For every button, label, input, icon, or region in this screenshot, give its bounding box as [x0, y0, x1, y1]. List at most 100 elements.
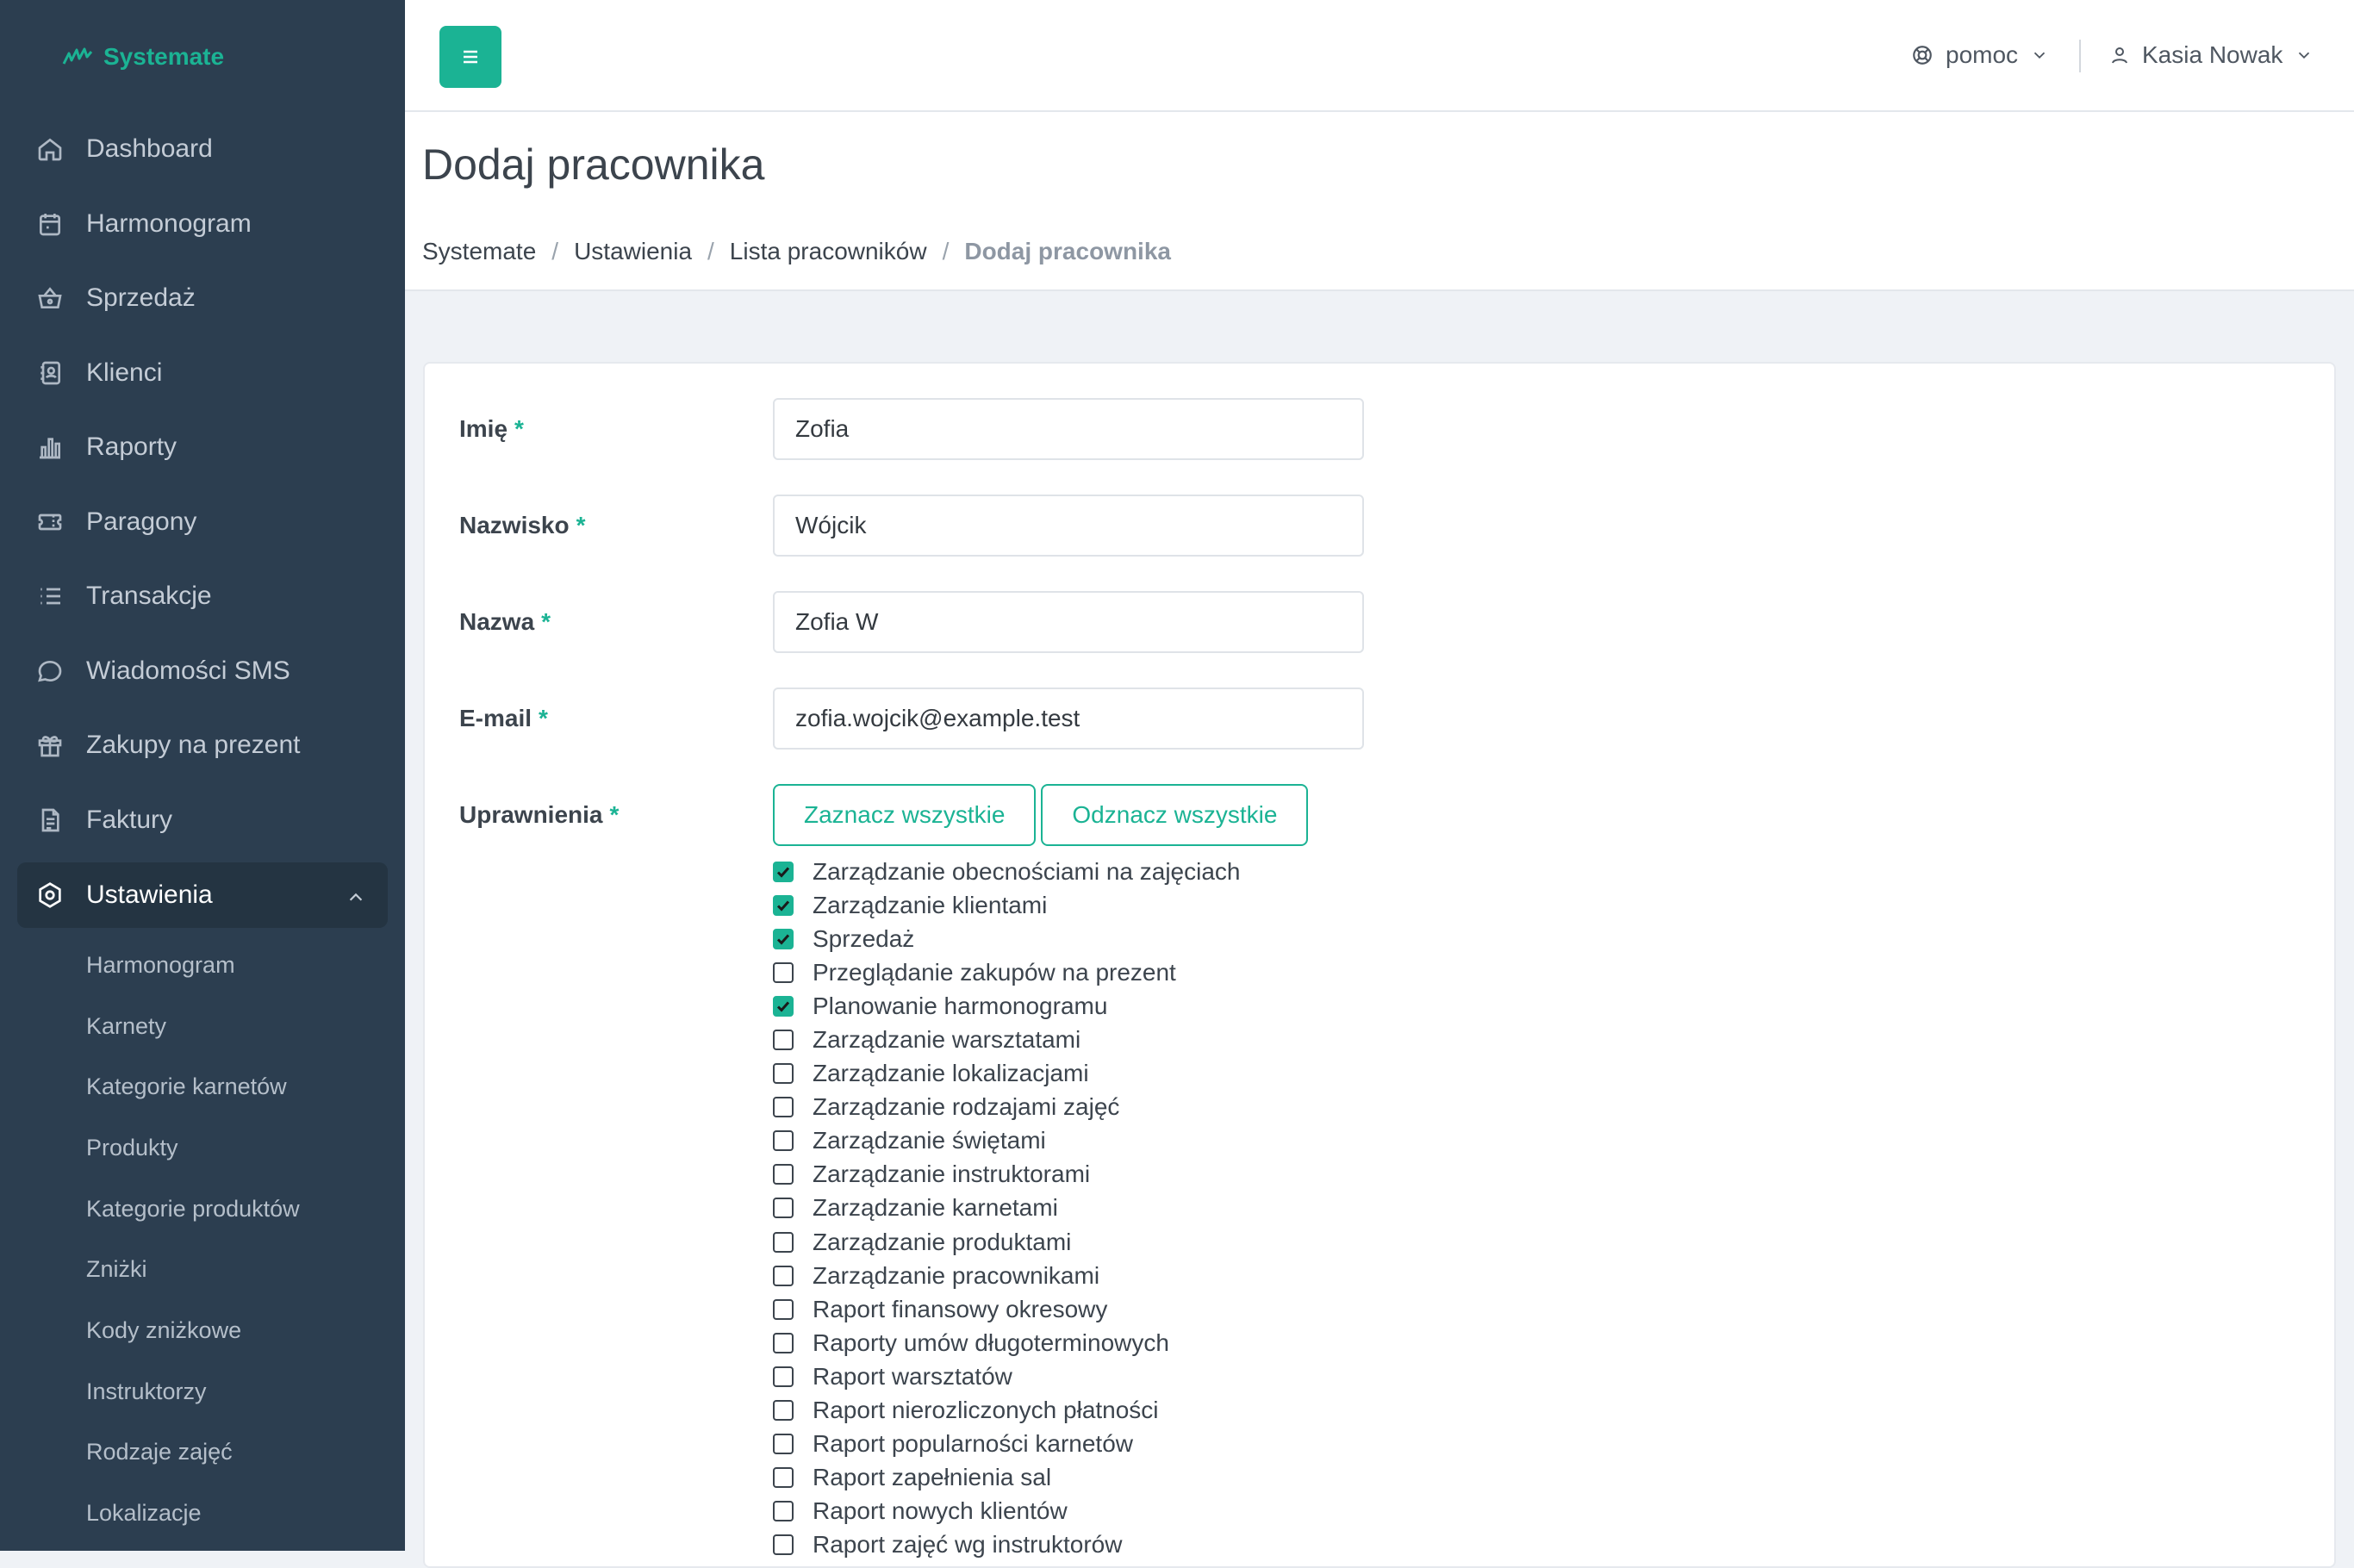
- subnav-item-rodzaje-zajec[interactable]: Rodzaje zajęć: [0, 1422, 405, 1484]
- permission-label: Przeglądanie zakupów na prezent: [813, 958, 1176, 986]
- permission-label: Raport popularności karnetów: [813, 1430, 1133, 1458]
- breadcrumb-item[interactable]: Ustawienia: [574, 238, 692, 265]
- help-dropdown[interactable]: pomoc: [1911, 38, 2049, 72]
- sidebar-item-raporty[interactable]: Raporty: [0, 410, 405, 485]
- label-text: E-mail: [459, 705, 532, 731]
- permission-label: Raport nierozliczonych płatności: [813, 1397, 1159, 1424]
- permission-label: Zarządzanie obecnościami na zajęciach: [813, 857, 1241, 885]
- permission-item[interactable]: Raporty umów długoterminowych: [773, 1326, 1241, 1360]
- permission-checkbox[interactable]: [773, 1130, 794, 1152]
- permission-checkbox[interactable]: [773, 928, 794, 949]
- user-menu[interactable]: Kasia Nowak: [2109, 38, 2314, 72]
- subnav-item-instruktorzy[interactable]: Instruktorzy: [0, 1361, 405, 1422]
- label-text: Uprawnienia: [459, 801, 603, 828]
- permission-item[interactable]: Zarządzanie świętami: [773, 1124, 1241, 1158]
- brand-logo[interactable]: Systemate: [62, 41, 224, 72]
- permission-label: Zarządzanie lokalizacjami: [813, 1060, 1089, 1087]
- breadcrumb-separator: /: [942, 238, 950, 264]
- sidebar-item-harmonogram[interactable]: Harmonogram: [0, 187, 405, 262]
- sidebar-item-ustawienia[interactable]: Ustawienia: [17, 862, 388, 928]
- sidebar-item-zakupy-na-prezent[interactable]: Zakupy na prezent: [0, 708, 405, 783]
- permission-item[interactable]: Zarządzanie klientami: [773, 888, 1241, 922]
- permission-checkbox[interactable]: [773, 861, 794, 882]
- permission-checkbox[interactable]: [773, 1501, 794, 1522]
- permission-checkbox[interactable]: [773, 1434, 794, 1455]
- subnav-item-harmonogram[interactable]: Harmonogram: [0, 935, 405, 996]
- permission-item[interactable]: Zarządzanie pracownikami: [773, 1259, 1241, 1292]
- list-icon: [34, 581, 65, 612]
- permission-item[interactable]: Zarządzanie obecnościami na zajęciach: [773, 855, 1241, 888]
- permission-checkbox[interactable]: [773, 995, 794, 1017]
- permission-checkbox[interactable]: [773, 1534, 794, 1556]
- permission-item[interactable]: Zarządzanie produktami: [773, 1225, 1241, 1259]
- sidebar-item-faktury[interactable]: Faktury: [0, 783, 405, 858]
- permission-checkbox[interactable]: [773, 1467, 794, 1489]
- permission-checkbox[interactable]: [773, 1231, 794, 1253]
- sidebar-item-dashboard[interactable]: Dashboard: [0, 112, 405, 187]
- permission-checkbox[interactable]: [773, 894, 794, 916]
- required-mark: *: [576, 512, 586, 538]
- permission-checkbox[interactable]: [773, 1097, 794, 1118]
- permission-checkbox[interactable]: [773, 1265, 794, 1286]
- display-name-input[interactable]: [773, 591, 1364, 653]
- deselect-all-button[interactable]: Odznacz wszystkie: [1041, 784, 1309, 846]
- permission-checkbox[interactable]: [773, 1164, 794, 1185]
- required-mark: *: [609, 801, 620, 828]
- subnav-item-kody-znizkowe[interactable]: Kody zniżkowe: [0, 1300, 405, 1361]
- select-all-button[interactable]: Zaznacz wszystkie: [773, 784, 1037, 846]
- permission-item[interactable]: Raport zajęć wg instruktorów: [773, 1528, 1241, 1562]
- permission-item[interactable]: Przeglądanie zakupów na prezent: [773, 955, 1241, 989]
- permission-item[interactable]: Sprzedaż: [773, 922, 1241, 955]
- sidebar-item-sprzedaz[interactable]: Sprzedaż: [0, 261, 405, 336]
- permission-checkbox[interactable]: [773, 1063, 794, 1085]
- sidebar-item-label: Harmonogram: [86, 208, 252, 238]
- subnav-item-lokalizacje[interactable]: Lokalizacje: [0, 1483, 405, 1544]
- email-input[interactable]: [773, 688, 1364, 750]
- permissions-list: Zarządzanie obecnościami na zajęciach Zar…: [773, 855, 1241, 1562]
- checkmark-icon: [776, 1001, 790, 1012]
- sidebar: Systemate Dashboard Harmonogram Sprzedaż…: [0, 0, 405, 1551]
- permission-item[interactable]: Zarządzanie warsztatami: [773, 1023, 1241, 1056]
- subnav-item-kategorie-produktow[interactable]: Kategorie produktów: [0, 1179, 405, 1240]
- permission-label: Zarządzanie rodzajami zajęć: [813, 1093, 1120, 1121]
- chevron-up-icon[interactable]: [346, 885, 367, 905]
- permission-item[interactable]: Raport finansowy okresowy: [773, 1292, 1241, 1326]
- sidebar-item-sms[interactable]: Wiadomości SMS: [0, 634, 405, 709]
- sidebar-item-paragony[interactable]: Paragony: [0, 485, 405, 560]
- permission-checkbox[interactable]: [773, 1030, 794, 1051]
- last-name-label: Nazwisko *: [459, 512, 773, 539]
- permission-item[interactable]: Raport popularności karnetów: [773, 1428, 1241, 1461]
- permission-checkbox[interactable]: [773, 1400, 794, 1422]
- subnav-item-kategorie-karnetow[interactable]: Kategorie karnetów: [0, 1056, 405, 1117]
- permission-label: Sprzedaż: [813, 924, 915, 952]
- sidebar-item-label: Zakupy na prezent: [86, 731, 301, 760]
- permission-item[interactable]: Raport nierozliczonych płatności: [773, 1394, 1241, 1428]
- permission-checkbox[interactable]: [773, 1198, 794, 1219]
- home-icon: [34, 134, 65, 165]
- permission-item[interactable]: Raport nowych klientów: [773, 1495, 1241, 1528]
- permission-item[interactable]: Planowanie harmonogramu: [773, 989, 1241, 1023]
- breadcrumb-item[interactable]: Lista pracowników: [730, 238, 927, 265]
- checkmark-icon: [776, 867, 790, 878]
- permission-item[interactable]: Zarządzanie rodzajami zajęć: [773, 1091, 1241, 1124]
- checkmark-icon: [776, 934, 790, 945]
- subnav-item-karnety[interactable]: Karnety: [0, 996, 405, 1057]
- first-name-input[interactable]: [773, 398, 1364, 460]
- breadcrumb-item[interactable]: Systemate: [422, 238, 536, 265]
- permission-label: Planowanie harmonogramu: [813, 992, 1108, 1019]
- menu-toggle-button[interactable]: [439, 26, 501, 88]
- permission-checkbox[interactable]: [773, 961, 794, 983]
- permission-checkbox[interactable]: [773, 1366, 794, 1387]
- permission-item[interactable]: Raport warsztatów: [773, 1360, 1241, 1393]
- last-name-input[interactable]: [773, 495, 1364, 557]
- permission-checkbox[interactable]: [773, 1332, 794, 1353]
- permission-checkbox[interactable]: [773, 1298, 794, 1320]
- sidebar-item-transakcje[interactable]: Transakcje: [0, 559, 405, 634]
- permission-item[interactable]: Zarządzanie lokalizacjami: [773, 1057, 1241, 1091]
- subnav-item-znizki[interactable]: Zniżki: [0, 1239, 405, 1300]
- permission-item[interactable]: Zarządzanie instruktorami: [773, 1158, 1241, 1192]
- permission-item[interactable]: Raport zapełnienia sal: [773, 1461, 1241, 1495]
- subnav-item-produkty[interactable]: Produkty: [0, 1117, 405, 1179]
- permission-item[interactable]: Zarządzanie karnetami: [773, 1192, 1241, 1225]
- sidebar-item-klienci[interactable]: Klienci: [0, 336, 405, 411]
